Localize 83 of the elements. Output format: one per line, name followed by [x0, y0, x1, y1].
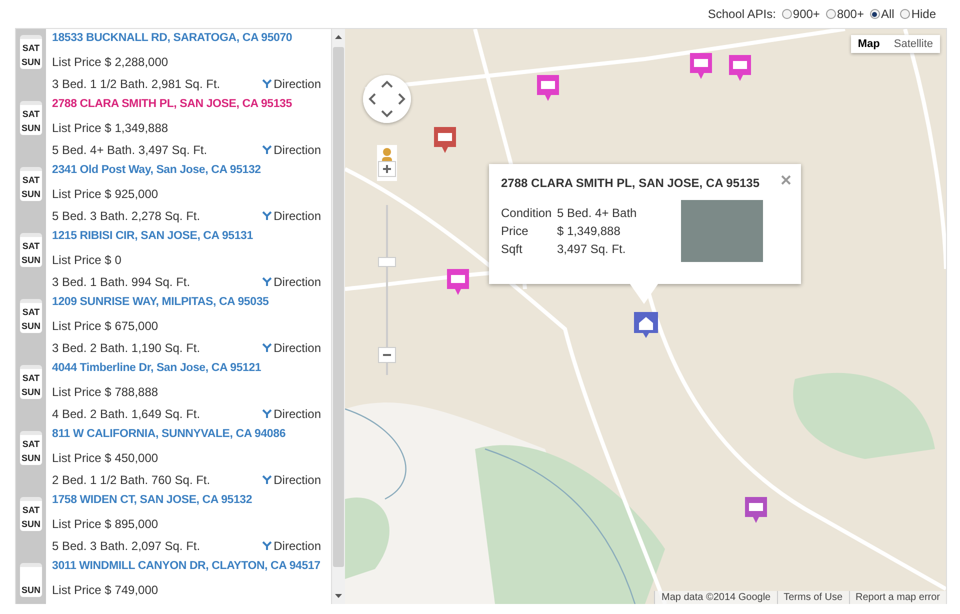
fork-icon	[262, 145, 272, 155]
list-price: List Price $ 450,000	[52, 450, 160, 467]
calendar-icon: SAT SUN	[20, 101, 42, 135]
calendar-icon: SUN	[20, 563, 42, 597]
map-type-button[interactable]: Map	[850, 35, 887, 53]
popup-field-value: $ 1,349,888	[557, 223, 620, 240]
fork-icon	[262, 409, 272, 419]
popup-field-label: Price	[501, 223, 530, 240]
listing-address-link[interactable]: 1758 WIDEN CT, SAN JOSE, CA 95132	[52, 491, 252, 513]
zoom-slider-handle[interactable]	[378, 257, 396, 267]
zoom-out-button[interactable]	[378, 347, 396, 363]
list-price: List Price $ 2,288,000	[52, 54, 170, 71]
listing-address-link[interactable]: 811 W CALIFORNIA, SUNNYVALE, CA 94086	[52, 425, 286, 447]
popup-title: 2788 CLARA SMITH PL, SAN JOSE, CA 95135	[501, 176, 760, 190]
calendar-icon: SAT SUN	[20, 431, 42, 465]
school-filter-radio[interactable]: 800+	[826, 7, 864, 21]
school-marker-icon[interactable]	[535, 73, 561, 103]
listing-address-link[interactable]: 4044 Timberline Dr, San Jose, CA 95121	[52, 359, 262, 381]
direction-link[interactable]: Direction	[262, 337, 321, 359]
school-marker-icon[interactable]	[743, 495, 769, 525]
list-price: List Price $ 788,888	[52, 384, 160, 401]
school-filter-label: School APIs:	[708, 7, 776, 21]
fork-icon	[262, 277, 272, 287]
pan-control-icon[interactable]	[363, 75, 411, 123]
fork-icon	[262, 475, 272, 485]
listing-details: 5 Bed. 4+ Bath. 3,497 Sq. Ft.	[52, 142, 208, 159]
direction-link[interactable]: Direction	[262, 271, 321, 293]
listing-details: 4 Bed. 2 Bath. 1,649 Sq. Ft.	[52, 406, 200, 423]
list-price: List Price $ 0	[52, 252, 122, 269]
calendar-icon: SAT SUN	[20, 299, 42, 333]
direction-link[interactable]: Direction	[262, 139, 321, 161]
list-price: List Price $ 675,000	[52, 318, 160, 335]
direction-link[interactable]: Direction	[262, 73, 321, 95]
popup-field-label: Condition	[501, 205, 553, 222]
direction-link[interactable]: Direction	[262, 403, 321, 425]
list-price: List Price $ 925,000	[52, 186, 160, 203]
map-attribution: Map data ©2014 Google	[654, 591, 777, 604]
fork-icon	[262, 211, 272, 221]
calendar-icon: SAT SUN	[20, 233, 42, 267]
listing-address-link[interactable]: 18533 BUCKNALL RD, SARATOGA, CA 95070	[52, 29, 292, 51]
fork-icon	[262, 541, 272, 551]
list-price: List Price $ 895,000	[52, 516, 160, 533]
listing-details: 3 Bed. 1 Bath. 994 Sq. Ft.	[52, 274, 190, 291]
listing-details: 2 Bed. 1 1/2 Bath. 760 Sq. Ft.	[52, 472, 210, 489]
popup-field-label: Sqft	[501, 241, 524, 258]
map-footer-link[interactable]: Terms of Use	[776, 591, 849, 604]
popup-field-value: 5 Bed. 4+ Bath	[557, 205, 637, 222]
calendar-icon: SAT SUN	[20, 497, 42, 531]
listing-details: 3 Bed. 1 1/2 Bath. 2,981 Sq. Ft.	[52, 76, 220, 93]
listing-address-link[interactable]: 2341 Old Post Way, San Jose, CA 95132	[52, 161, 261, 183]
zoom-in-button[interactable]	[378, 161, 396, 177]
school-filter-radio[interactable]: Hide	[900, 7, 936, 21]
calendar-icon: SAT SUN	[20, 167, 42, 201]
house-marker-icon[interactable]	[633, 311, 659, 339]
calendar-icon: SAT SUN	[20, 365, 42, 399]
listing-address-link[interactable]: 1209 SUNRISE WAY, MILPITAS, CA 95035	[52, 293, 269, 315]
listing-details: 3 Bed. 2 Bath. 1,190 Sq. Ft.	[52, 340, 200, 357]
plus-icon	[382, 164, 392, 174]
calendar-icon: SAT SUN	[20, 35, 42, 69]
school-filter-radio[interactable]: All	[870, 7, 894, 21]
listing-address-link[interactable]: 1215 RIBISI CIR, SAN JOSE, CA 95131	[52, 227, 253, 249]
listing-address-link[interactable]: 3011 WINDMILL CANYON DR, CLAYTON, CA 94517	[52, 557, 320, 579]
list-price: List Price $ 749,000	[52, 582, 160, 599]
fork-icon	[262, 79, 272, 89]
map-type-button[interactable]: Satellite	[886, 35, 940, 53]
school-marker-icon[interactable]	[432, 125, 458, 155]
school-filter-radio[interactable]: 900+	[782, 7, 820, 21]
direction-link[interactable]: Direction	[262, 205, 321, 227]
popup-pointer	[630, 284, 658, 304]
school-marker-icon[interactable]	[727, 53, 753, 83]
direction-link[interactable]: Direction	[262, 535, 321, 557]
scrollbar[interactable]	[331, 29, 345, 604]
school-marker-icon[interactable]	[688, 51, 714, 81]
list-price: List Price $ 1,349,888	[52, 120, 170, 137]
direction-link[interactable]: Direction	[262, 469, 321, 491]
listing-details: 5 Bed. 3 Bath. 2,278 Sq. Ft.	[52, 208, 200, 225]
listing-details: 5 Bed. 3 Bath. 2,097 Sq. Ft.	[52, 538, 200, 555]
fork-icon	[262, 343, 272, 353]
listing-address-link[interactable]: 2788 CLARA SMITH PL, SAN JOSE, CA 95135	[52, 95, 292, 117]
school-marker-icon[interactable]	[445, 267, 471, 297]
popup-field-value: 3,497 Sq. Ft.	[557, 241, 626, 258]
map-view[interactable]: Map Satellite 2788 CLARA SMITH PL, SAN JOSE, CA 95135 Condition 5 Bed. 4+ Bath Price $ 1,349,888 Sqft 3,497 Sq. Ft. Map data ©2014 Google Terms of Use Report a map error	[345, 29, 946, 604]
map-footer-link[interactable]: Report a map error	[848, 591, 946, 604]
